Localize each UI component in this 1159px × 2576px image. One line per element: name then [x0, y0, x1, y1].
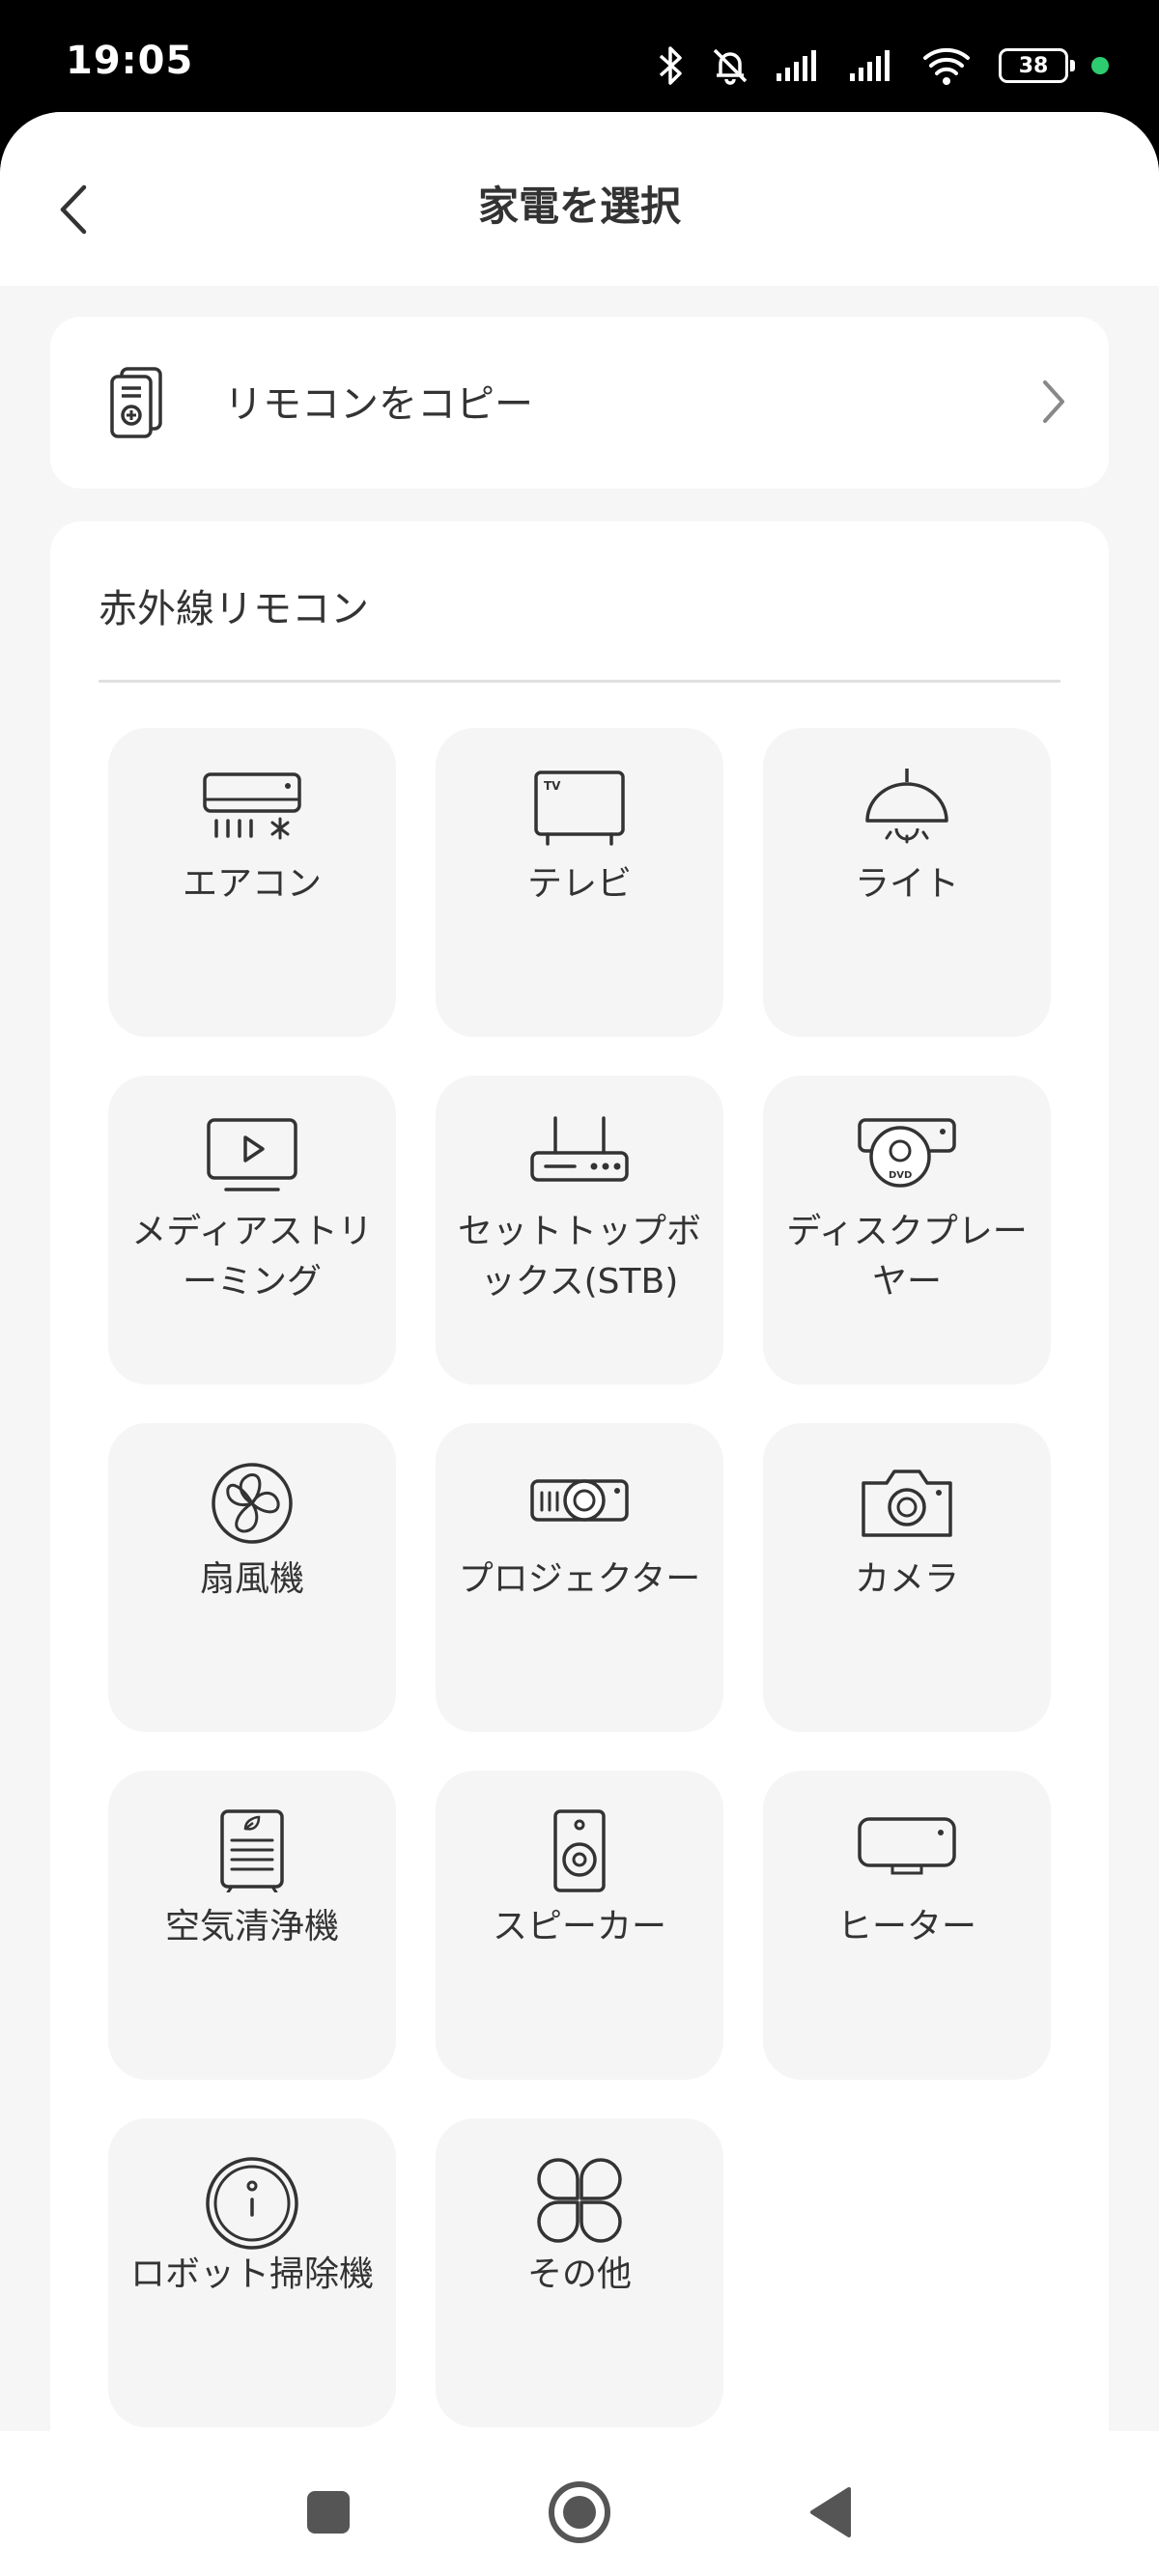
set-top-box-icon [530, 1116, 629, 1182]
heater-icon [858, 1817, 956, 1875]
svg-text:TV: TV [544, 779, 561, 793]
signal-icon [775, 48, 825, 83]
tile-label: プロジェクター [458, 1559, 701, 1599]
status-time: 19:05 [66, 39, 194, 83]
svg-text:DVD: DVD [889, 1170, 912, 1181]
tile-label: 扇風機 [199, 1559, 304, 1599]
air-conditioner-icon [203, 772, 301, 840]
tile-label: その他 [526, 2254, 632, 2294]
appliance-tile-other[interactable]: その他 [436, 2118, 723, 2427]
projector-icon [530, 1479, 629, 1522]
media-streaming-icon [207, 1118, 297, 1191]
divider [99, 680, 1060, 683]
app-sheet: 家電を選択 リモコンをコピー 赤外線リモコン エアコン TV テレビ ライト メ… [0, 112, 1159, 2576]
tile-label: 空気清浄機 [164, 1907, 339, 1946]
tile-label: エアコン [182, 864, 322, 904]
page-title: 家電を選択 [477, 182, 681, 230]
lamp-icon [865, 769, 948, 844]
app-bar: 家電を選択 [0, 112, 1159, 286]
home-circle-icon [549, 2481, 610, 2543]
tile-label: メディアストリーミング [131, 1212, 373, 1302]
home-button[interactable] [541, 2474, 618, 2551]
tv-icon: TV [534, 770, 625, 846]
appliance-tile-light[interactable]: ライト [763, 728, 1051, 1037]
disc-player-icon: DVD [858, 1118, 956, 1188]
back-triangle-icon [810, 2487, 851, 2537]
tile-label: ライト [854, 864, 959, 904]
robot-vacuum-icon [206, 2157, 298, 2250]
speaker-icon [553, 1809, 606, 1892]
tile-label: スピーカー [492, 1907, 666, 1946]
nav-back-button[interactable] [792, 2474, 869, 2551]
tile-label: ディスクプレーヤー [786, 1212, 1028, 1302]
tile-label: テレビ [526, 864, 632, 904]
ir-remote-section: 赤外線リモコン エアコン TV テレビ ライト メディアストリーミング セットト… [50, 521, 1109, 2522]
appliance-grid: エアコン TV テレビ ライト メディアストリーミング セットトップボックス(S… [108, 728, 1051, 2427]
tile-label: ロボット掃除機 [129, 2254, 374, 2294]
appliance-tile-speaker[interactable]: スピーカー [436, 1771, 723, 2080]
copy-remote-label: リモコンをコピー [224, 382, 533, 427]
tile-label: カメラ [854, 1559, 959, 1599]
appliance-tile-set-top-box[interactable]: セットトップボックス(STB) [436, 1076, 723, 1385]
appliance-tile-air-purifier[interactable]: 空気清浄機 [108, 1771, 396, 2080]
appliance-tile-camera[interactable]: カメラ [763, 1423, 1051, 1732]
tile-label: ヒーター [836, 1907, 976, 1946]
battery-icon: 38 [999, 48, 1075, 83]
battery-level: 38 [1018, 53, 1049, 78]
other-icon [537, 2158, 622, 2243]
status-bar: 19:05 38 [0, 0, 1159, 116]
mute-icon [709, 44, 751, 87]
appliance-tile-tv[interactable]: TV テレビ [436, 728, 723, 1037]
appliance-tile-fan[interactable]: 扇風機 [108, 1423, 396, 1732]
appliance-tile-air-conditioner[interactable]: エアコン [108, 728, 396, 1037]
recents-square-icon [307, 2491, 350, 2534]
camera-icon [862, 1470, 952, 1537]
appliance-tile-projector[interactable]: プロジェクター [436, 1423, 723, 1732]
status-icons: 38 [657, 35, 1109, 97]
chevron-right-icon [1039, 378, 1066, 429]
appliance-tile-robot-vacuum[interactable]: ロボット掃除機 [108, 2118, 396, 2427]
bluetooth-icon [657, 44, 686, 87]
signal-icon [848, 48, 898, 83]
wifi-icon [921, 44, 975, 87]
remote-copy-icon [108, 365, 166, 444]
recents-button[interactable] [290, 2474, 367, 2551]
privacy-indicator-dot [1091, 57, 1109, 74]
system-navigation-bar [0, 2431, 1159, 2576]
appliance-tile-disc-player[interactable]: DVD ディスクプレーヤー [763, 1076, 1051, 1385]
air-purifier-icon [220, 1809, 284, 1892]
fan-icon [212, 1463, 293, 1544]
copy-remote-row[interactable]: リモコンをコピー [50, 317, 1109, 489]
appliance-tile-media-streaming[interactable]: メディアストリーミング [108, 1076, 396, 1385]
appliance-tile-heater[interactable]: ヒーター [763, 1771, 1051, 2080]
section-title: 赤外線リモコン [99, 587, 369, 631]
tile-label: セットトップボックス(STB) [457, 1212, 701, 1302]
